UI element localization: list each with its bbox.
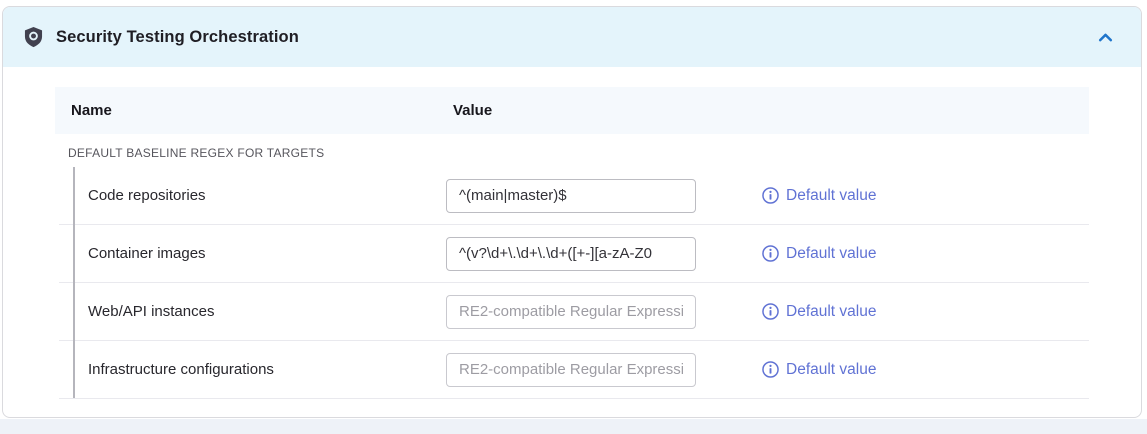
row-name-cell: Container images — [59, 245, 446, 263]
collapse-button[interactable] — [1095, 27, 1116, 48]
regex-value-input[interactable] — [446, 237, 696, 271]
row-value-cell: Default value — [446, 295, 1089, 329]
info-icon[interactable] — [762, 361, 779, 378]
default-value-link[interactable]: Default value — [762, 361, 876, 379]
section-label: DEFAULT BASELINE REGEX FOR TARGETS — [68, 146, 324, 160]
default-value-label: Default value — [786, 361, 876, 379]
row-label: Infrastructure configurations — [88, 361, 274, 378]
row-value-cell: Default value — [446, 353, 1089, 387]
section-title: Security Testing Orchestration — [56, 28, 299, 47]
regex-value-input[interactable] — [446, 353, 696, 387]
table-row: Infrastructure configurations Default va… — [59, 341, 1089, 399]
row-value-cell: Default value — [446, 179, 1089, 213]
default-value-link[interactable]: Default value — [762, 245, 876, 263]
row-value-cell: Default value — [446, 237, 1089, 271]
default-value-label: Default value — [786, 303, 876, 321]
section-content: Name Value DEFAULT BASELINE REGEX FOR TA… — [3, 67, 1141, 399]
page-background-strip — [0, 419, 1147, 434]
row-label: Code repositories — [88, 187, 206, 204]
row-name-cell: Infrastructure configurations — [59, 361, 446, 379]
table-row: Web/API instances Default value — [59, 283, 1089, 341]
rows-group: Code repositories Default value — [59, 167, 1089, 399]
info-icon[interactable] — [762, 187, 779, 204]
row-name-cell: Code repositories — [59, 187, 446, 205]
regex-value-input[interactable] — [446, 295, 696, 329]
chevron-up-icon — [1097, 29, 1114, 46]
section-label-row: DEFAULT BASELINE REGEX FOR TARGETS — [55, 134, 1089, 167]
info-icon[interactable] — [762, 303, 779, 320]
column-header-value: Value — [437, 102, 1089, 119]
page: Security Testing Orchestration Name Valu… — [0, 0, 1147, 434]
row-label: Web/API instances — [88, 303, 214, 320]
regex-value-input[interactable] — [446, 179, 696, 213]
row-label: Container images — [88, 245, 206, 262]
settings-card: Security Testing Orchestration Name Valu… — [2, 6, 1142, 418]
shield-icon — [24, 26, 43, 48]
row-name-cell: Web/API instances — [59, 303, 446, 321]
table-row: Container images Default value — [59, 225, 1089, 283]
group-indent-line — [73, 167, 75, 398]
default-value-label: Default value — [786, 187, 876, 205]
default-value-link[interactable]: Default value — [762, 303, 876, 321]
section-header[interactable]: Security Testing Orchestration — [3, 7, 1141, 67]
info-icon[interactable] — [762, 245, 779, 262]
default-value-label: Default value — [786, 245, 876, 263]
table-row: Code repositories Default value — [59, 167, 1089, 225]
default-value-link[interactable]: Default value — [762, 187, 876, 205]
column-header-name: Name — [55, 102, 437, 119]
table-header-row: Name Value — [55, 87, 1089, 134]
